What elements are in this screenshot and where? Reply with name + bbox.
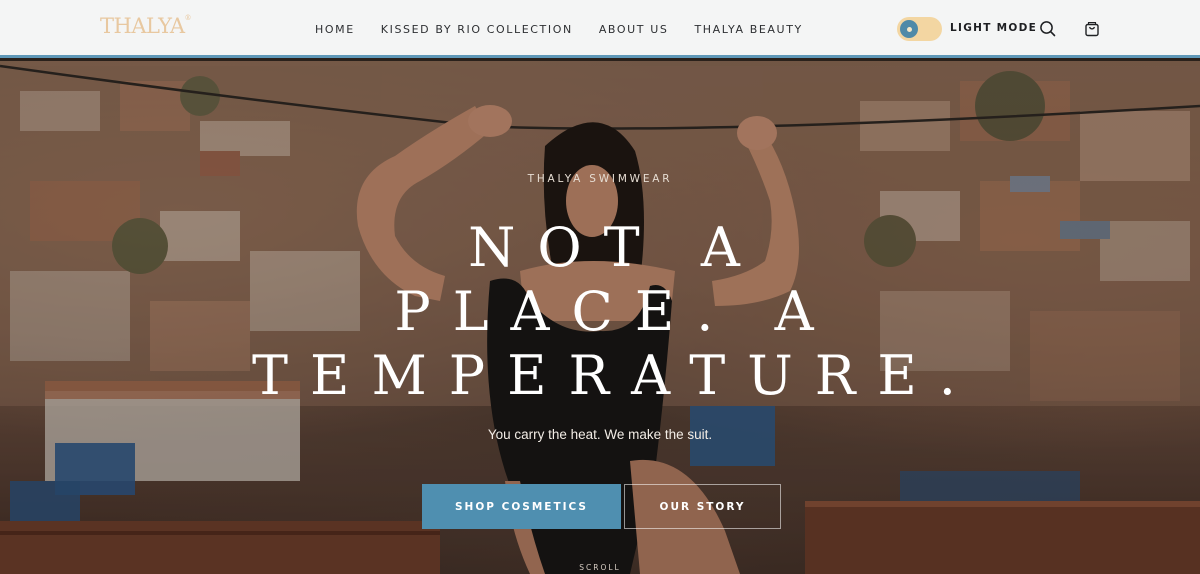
headline-line-3: TEMPERATURE. xyxy=(252,344,978,407)
nav-item-kissed-by-rio-collection[interactable]: KISSED BY RIO COLLECTION xyxy=(381,23,573,36)
hero-headline: NOT A PLACE. A TEMPERATURE. xyxy=(0,216,1200,408)
scroll-indicator[interactable]: SCROLL xyxy=(0,563,1200,572)
our-story-button[interactable]: OUR STORY xyxy=(624,484,781,529)
shop-cosmetics-button[interactable]: SHOP COSMETICS xyxy=(422,484,621,529)
search-button[interactable] xyxy=(1038,19,1058,39)
mode-label: LIGHT MODE xyxy=(950,22,1038,34)
hero-section: THALYA SWIMWEAR NOT A PLACE. A TEMPERATU… xyxy=(0,61,1200,574)
headline-line-2: PLACE. A xyxy=(394,280,836,343)
nav-item-about-us[interactable]: ABOUT US xyxy=(599,23,669,36)
hero-subtitle: You carry the heat. We make the suit. xyxy=(487,427,713,442)
main-nav: HOME KISSED BY RIO COLLECTION ABOUT US T… xyxy=(315,0,829,58)
logo-mark: ® xyxy=(184,14,192,22)
nav-item-home[interactable]: HOME xyxy=(315,23,355,36)
hero-eyebrow: THALYA SWIMWEAR xyxy=(527,173,673,185)
headline-line-1: NOT A xyxy=(468,216,762,279)
logo-text: THALYA xyxy=(100,14,185,38)
sun-icon xyxy=(906,26,912,32)
nav-item-thalya-beauty[interactable]: THALYA BEAUTY xyxy=(694,23,802,36)
search-icon xyxy=(1040,21,1056,37)
light-mode-toggle[interactable] xyxy=(897,17,942,41)
brand-logo[interactable]: THALYA® xyxy=(100,14,191,38)
site-header: THALYA® HOME KISSED BY RIO COLLECTION AB… xyxy=(0,0,1200,58)
shopping-bag-icon xyxy=(1085,22,1099,37)
toggle-knob xyxy=(900,20,918,38)
cart-button[interactable] xyxy=(1082,19,1102,39)
